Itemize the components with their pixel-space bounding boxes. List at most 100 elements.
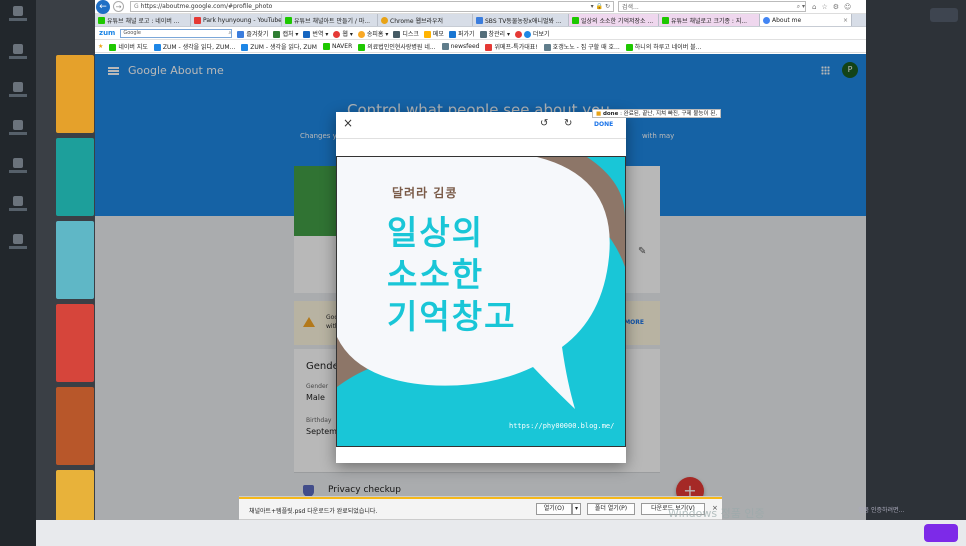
windows-activation-watermark: Windows 정품 인증 — [668, 507, 765, 520]
editor-nav-photos[interactable] — [0, 44, 36, 76]
download-bar: 채널아트+템플릿.psd 다운로드가 완료되었습니다. 열기(O) ▾ 폴더 열… — [239, 496, 722, 520]
tab-3[interactable]: 유튜브 채널아트 만들기 / 마... — [282, 14, 378, 26]
url-text: https://aboutme.google.com/#profile_phot… — [140, 3, 273, 10]
browser-search-input[interactable]: 검색... ⌕ ▾ — [618, 1, 806, 12]
favorite-link[interactable]: 의료법인인현사랑병원 네... — [358, 42, 436, 51]
template-thumbnails — [56, 55, 94, 546]
address-row: ← → G https://aboutme.google.com/#profil… — [95, 0, 866, 14]
forward-button[interactable]: → — [113, 1, 124, 12]
more-icon — [13, 234, 23, 244]
search-placeholder: 검색... — [622, 4, 639, 11]
uploads-icon — [13, 196, 23, 206]
gear-icon[interactable]: ⚙ — [833, 3, 839, 11]
home-icon[interactable]: ⌂ — [812, 3, 816, 11]
editor-sidebar — [0, 0, 36, 546]
smiley-icon[interactable]: ☺ — [844, 3, 851, 11]
google-icon — [763, 16, 770, 24]
address-bar[interactable]: G https://aboutme.google.com/#profile_ph… — [130, 1, 614, 12]
rotate-right-icon[interactable]: ↻ — [564, 118, 572, 129]
toolbar-share[interactable]: 퍼가기 — [448, 29, 475, 38]
search-icon[interactable]: ⌕ ▾ — [797, 3, 805, 11]
editor-right-area — [866, 0, 966, 546]
favorite-link[interactable]: 하니의 하루고 네이버 블... — [625, 42, 701, 51]
image-title: 일상의 소소한 기억창고 — [387, 213, 517, 336]
search-icon[interactable]: ⌕ — [229, 30, 232, 36]
dictionary-tooltip: ■ done : 완료된, 끝난, 지쳐 빠진, 구제 불능이 된, — [592, 109, 722, 118]
photos-icon — [13, 44, 23, 54]
image-subtitle: 달려라 김콩 — [392, 186, 458, 200]
download-message: 채널아트+템플릿.psd 다운로드가 완료되었습니다. — [249, 508, 378, 515]
tab-7[interactable]: 유튜브 채널로고 크기종 : 지... — [659, 14, 760, 26]
editor-nav-templates[interactable] — [0, 6, 36, 38]
rotate-left-icon[interactable]: ↺ — [540, 118, 548, 129]
done-button[interactable]: DONE — [594, 121, 613, 128]
editor-nav-elements[interactable] — [0, 82, 36, 114]
open-dropdown-chevron-icon[interactable]: ▾ — [572, 503, 581, 515]
zum-toolbar: zum Google ⌕ 즐겨찾기 캡처 ▾ 번역 ▾ 웹 ▾ 송피홈 ▾ 디스크… — [95, 27, 866, 40]
chrome-icon — [381, 16, 388, 24]
browser-icons: ⌂ ☆ ⚙ ☺ — [812, 3, 851, 11]
favorite-link[interactable]: ZUM - 생각을 읽다, ZUM... — [153, 42, 235, 51]
sbs-icon — [476, 16, 483, 24]
toolbar-window-manager[interactable]: 창관리 ▾ — [479, 29, 510, 38]
site-icon: G — [134, 3, 139, 10]
favorites-star-icon[interactable]: ★ — [98, 43, 103, 50]
dialog-divider — [336, 138, 626, 139]
editor-action-button[interactable] — [924, 524, 958, 542]
editor-nav-uploads[interactable] — [0, 196, 36, 228]
book-icon: ■ — [596, 111, 602, 117]
toolbar-web[interactable]: 웹 ▾ — [333, 29, 353, 38]
tab-5[interactable]: SBS TV동물농장x애니멀봐 ... — [473, 14, 569, 26]
text-icon — [13, 120, 23, 130]
close-icon[interactable]: × — [343, 117, 353, 129]
back-button[interactable]: ← — [96, 0, 110, 14]
toolbar-search-input[interactable]: Google ⌕ — [120, 28, 233, 38]
naver-icon — [662, 16, 669, 24]
windows-activation-hint: 정품 인증하려면... — [858, 507, 905, 514]
favorite-link[interactable]: ZUM - 생각을 읽다, ZUM — [241, 42, 317, 51]
close-tab-icon[interactable]: × — [843, 17, 848, 24]
open-folder-button[interactable]: 폴더 열기(P) — [587, 503, 635, 515]
elements-icon — [13, 82, 23, 92]
toolbar-more[interactable]: 더보기 — [514, 29, 550, 38]
toolbar-disk[interactable]: 디스크 — [393, 29, 419, 38]
favorite-link[interactable]: 호갱노노 - 집 구할 때 호... — [543, 42, 620, 51]
favorite-link[interactable]: 네이버 지도 — [109, 42, 148, 51]
naver-icon — [572, 16, 579, 24]
template-thumb[interactable] — [56, 221, 94, 299]
naver-icon — [285, 16, 292, 24]
lock-refresh-icons[interactable]: ▾ 🔒 ↻ — [591, 3, 613, 10]
tab-1[interactable]: 유튜브 채널 로고 : 네이버 ... — [95, 14, 191, 26]
template-thumb[interactable] — [56, 387, 94, 465]
favorite-link[interactable]: newsfeed — [441, 42, 479, 50]
image-url-text: https://phy00000.blog.me/ — [509, 422, 615, 430]
tab-about-me[interactable]: About me × — [760, 14, 852, 26]
favorite-link[interactable]: 위메프-특가대표! — [485, 42, 538, 51]
background-icon — [13, 158, 23, 168]
toolbar-capture[interactable]: 캡처 ▾ — [273, 29, 298, 38]
zum-logo[interactable]: zum — [99, 29, 115, 37]
template-thumb[interactable] — [56, 55, 94, 133]
templates-icon — [13, 6, 23, 16]
open-button[interactable]: 열기(O) — [536, 503, 572, 515]
profile-photo-dialog: × ↺ ↻ DONE 달려라 김콩 일상의 소소한 기억창고 https://p… — [336, 112, 626, 463]
naver-icon — [98, 16, 105, 24]
youtube-icon — [194, 16, 201, 24]
editor-nav-background[interactable] — [0, 158, 36, 190]
template-thumb[interactable] — [56, 304, 94, 382]
toolbar-songpi[interactable]: 송피홈 ▾ — [357, 29, 388, 38]
toolbar-translate[interactable]: 번역 ▾ — [303, 29, 328, 38]
crop-image[interactable]: 달려라 김콩 일상의 소소한 기억창고 https://phy00000.blo… — [336, 156, 626, 447]
browser-window: ← → G https://aboutme.google.com/#profil… — [95, 0, 866, 520]
star-icon[interactable]: ☆ — [821, 3, 827, 11]
template-thumb[interactable] — [56, 138, 94, 216]
favorite-link[interactable]: NAVER — [322, 42, 352, 50]
tab-2[interactable]: Park hyunyoung - YouTube — [191, 14, 282, 26]
editor-top-button[interactable] — [930, 8, 958, 22]
editor-nav-text[interactable] — [0, 120, 36, 152]
toolbar-favorites[interactable]: 즐겨찾기 — [237, 29, 268, 38]
tab-4[interactable]: Chrome 웹브라우저 — [378, 14, 473, 26]
toolbar-memo[interactable]: 메모 — [423, 29, 444, 38]
tab-6[interactable]: 일상의 소소한 기억저장소 ... — [569, 14, 659, 26]
editor-nav-more[interactable] — [0, 234, 36, 266]
